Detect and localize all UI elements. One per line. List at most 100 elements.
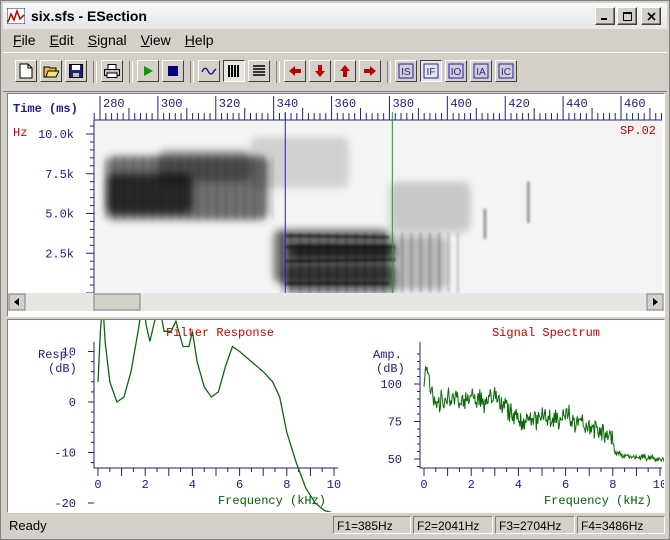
signal-spectrum-y-tick-label: 75 — [388, 416, 402, 430]
filter-response-y-tick-label: 0 — [69, 396, 76, 410]
play-button[interactable] — [137, 60, 159, 82]
item-o-button[interactable]: IO — [445, 60, 467, 82]
new-icon — [19, 63, 33, 79]
frequency-tick-label: 10.0k — [38, 128, 74, 142]
app-icon — [7, 8, 25, 24]
filter-response-x-tick-label: 0 — [94, 478, 101, 492]
item-annotation-button[interactable]: IA — [470, 60, 492, 82]
signal-spectrum-curve — [423, 366, 664, 463]
menu-view[interactable]: View — [141, 32, 171, 48]
print-button[interactable] — [101, 60, 123, 82]
svg-text:IS: IS — [401, 67, 411, 78]
filter-response-yunit: (dB) — [48, 362, 77, 376]
signal-spectrum-ylabel: Amp. — [373, 348, 402, 362]
signal-spectrum-title: Signal Spectrum — [492, 326, 600, 340]
signal-spectrum-x-tick-label: 0 — [420, 478, 427, 492]
scroll-left-button[interactable] — [284, 60, 306, 82]
wideband-spectrogram-icon — [228, 65, 239, 77]
scroll-thumb[interactable] — [93, 293, 141, 311]
narrowband-spectrogram-icon — [253, 65, 265, 76]
signal-spectrum-y-tick-label: 50 — [388, 453, 402, 467]
filter-response-curve — [97, 320, 333, 512]
save-icon — [69, 64, 83, 78]
toolbar-separator — [129, 61, 133, 83]
frequency-tick-label: 5.0k — [45, 208, 74, 222]
time-tick-label: 420 — [508, 97, 530, 111]
narrowband-spectrogram-button[interactable] — [248, 60, 270, 82]
waveform-view-button[interactable] — [198, 60, 220, 82]
horizontal-scrollbar[interactable] — [8, 293, 664, 311]
item-annotation-icon: IA — [473, 63, 489, 79]
status-f1: F1=385Hz — [333, 516, 411, 534]
maximize-button[interactable] — [617, 7, 637, 25]
filter-response-xlabel: Frequency (kHz) — [218, 494, 326, 508]
item-formant-button[interactable]: IF — [420, 60, 442, 82]
time-tick-label: 320 — [219, 97, 241, 111]
status-f3: F3=2704Hz — [495, 516, 575, 534]
time-tick-label: 440 — [566, 97, 588, 111]
time-tick-label: 360 — [335, 97, 357, 111]
menu-file[interactable]: File — [13, 32, 36, 48]
arrow-left-icon — [289, 66, 301, 76]
app-window: six.sfs - ESection File Edit Signal View… — [0, 0, 670, 540]
spectrogram-image — [95, 121, 662, 293]
menu-help[interactable]: Help — [185, 32, 214, 48]
waveform-icon — [201, 67, 217, 75]
status-bar: Ready F1=385Hz F2=2041Hz F3=2704Hz F4=34… — [3, 514, 667, 538]
menu-signal[interactable]: Signal — [88, 32, 127, 48]
signal-spectrum-yunit: (dB) — [376, 362, 405, 376]
window-title: six.sfs - ESection — [31, 8, 147, 24]
wideband-spectrogram-button[interactable] — [223, 60, 245, 82]
scroll-right-button[interactable] — [359, 60, 381, 82]
frequency-unit-label: Hz — [13, 126, 27, 140]
signal-spectrum-x-tick-label: 4 — [515, 478, 522, 492]
close-button[interactable] — [641, 7, 661, 25]
spectrogram-chart[interactable]: Time (ms) Hz 280 300 320 340 360 380 400 420 440… — [8, 94, 664, 316]
stop-icon — [168, 66, 178, 76]
item-speech-icon: IS — [398, 63, 414, 79]
open-button[interactable] — [40, 60, 62, 82]
status-f2: F2=2041Hz — [413, 516, 493, 534]
filter-response-x-tick-label: 4 — [189, 478, 196, 492]
time-tick-label: 460 — [624, 97, 646, 111]
open-icon — [43, 66, 59, 78]
filter-response-y-tick-label: 10 — [62, 346, 76, 360]
formant-band — [285, 258, 396, 263]
filter-response-chart: Filter Response Resp. (dB) Frequency (kH… — [38, 320, 341, 512]
signal-spectrum-x-tick-label: 2 — [468, 478, 475, 492]
item-o-icon: IO — [448, 63, 464, 79]
stop-button[interactable] — [162, 60, 184, 82]
title-bar: six.sfs - ESection — [3, 3, 667, 29]
toolbar-separator — [93, 61, 97, 83]
time-tick-label: 380 — [392, 97, 414, 111]
item-coefficient-button[interactable]: IC — [495, 60, 517, 82]
print-icon — [104, 64, 120, 78]
arrow-right-icon — [364, 66, 376, 76]
frequency-tick-label: 2.5k — [45, 247, 74, 261]
scroll-up-button[interactable] — [334, 60, 356, 82]
menu-edit[interactable]: Edit — [50, 32, 74, 48]
item-speech-button[interactable]: IS — [395, 60, 417, 82]
scroll-down-button[interactable] — [309, 60, 331, 82]
minimize-button[interactable] — [595, 7, 615, 25]
signal-spectrum-xlabel: Frequency (kHz) — [544, 494, 652, 508]
filter-response-x-tick-label: 10 — [327, 478, 341, 492]
signal-spectrum-x-tick-label: 8 — [609, 478, 616, 492]
filter-response-x-tick-label: 8 — [283, 478, 290, 492]
spectrogram-blob — [285, 264, 396, 293]
save-button[interactable] — [65, 60, 87, 82]
item-coefficient-icon: IC — [498, 63, 514, 79]
svg-text:IF: IF — [427, 67, 436, 78]
filter-response-y-tick-label: -20 — [54, 497, 76, 511]
status-text: Ready — [9, 518, 47, 533]
filter-response-title: Filter Response — [166, 326, 274, 340]
spectrogram-blob — [157, 149, 251, 182]
status-f4: F4=3486Hz — [577, 516, 665, 534]
new-button[interactable] — [15, 60, 37, 82]
spectrogram-blob — [250, 137, 349, 189]
formant-band — [285, 234, 390, 239]
time-tick-label: 280 — [103, 97, 125, 111]
frequency-tick-label: 7.5k — [45, 168, 74, 182]
filter-response-x-tick-label: 2 — [142, 478, 149, 492]
svg-text:IC: IC — [501, 67, 511, 78]
